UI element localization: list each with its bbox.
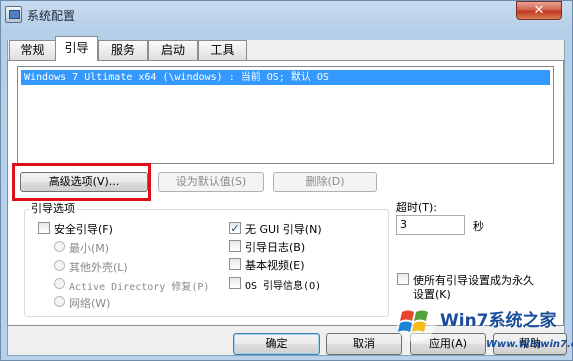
boot-log-label: 引导日志(B) <box>245 241 306 254</box>
alternate-shell-radio[interactable] <box>54 260 65 271</box>
timeout-label: 超时(T): <box>396 201 438 214</box>
no-gui-boot-label: 无 GUI 引导(N) <box>245 223 322 236</box>
network-radio[interactable] <box>54 296 65 307</box>
tab-services[interactable]: 服务 <box>98 40 148 60</box>
ad-repair-radio[interactable] <box>54 278 65 289</box>
timeout-input[interactable]: 3 <box>396 215 465 235</box>
base-video-label: 基本视频(E) <box>245 259 305 272</box>
watermark-brand: Win7系统之家 <box>440 311 557 331</box>
base-video-checkbox[interactable] <box>229 258 241 270</box>
tab-tools[interactable]: 工具 <box>198 40 247 60</box>
tab-general[interactable]: 常规 <box>9 40 56 60</box>
make-permanent-checkbox[interactable] <box>397 273 409 285</box>
safe-boot-checkbox[interactable] <box>38 222 50 234</box>
no-gui-boot-checkbox[interactable]: ✓ <box>229 222 241 234</box>
alternate-shell-label: 其他外壳(L) <box>69 261 128 274</box>
watermark: Win7系统之家 Www.Winwin7.com <box>394 300 573 358</box>
windows-logo-icon <box>396 302 436 342</box>
title-bar[interactable]: 系统配置 ✕ <box>0 0 571 30</box>
tab-boot[interactable]: 引导 <box>55 36 98 61</box>
boot-log-checkbox[interactable] <box>229 240 241 252</box>
close-button[interactable]: ✕ <box>516 1 562 20</box>
safe-boot-label: 安全引导(F) <box>54 223 113 236</box>
cancel-button[interactable]: 取消 <box>326 333 402 355</box>
annotation-highlight-box <box>12 163 151 201</box>
watermark-url: Www.Winwin7.com <box>486 339 573 350</box>
tab-startup[interactable]: 启动 <box>148 40 198 60</box>
boot-entry-selected[interactable]: Windows 7 Ultimate x64 (\windows) : 当前 O… <box>21 70 550 85</box>
network-label: 网络(W) <box>69 297 111 310</box>
boot-entries-list[interactable]: Windows 7 Ultimate x64 (\windows) : 当前 O… <box>17 66 554 164</box>
ok-button[interactable]: 确定 <box>233 333 320 355</box>
minimal-label: 最小(M) <box>69 242 110 255</box>
boot-options-title: 引导选项 <box>29 200 77 216</box>
window-title: 系统配置 <box>27 9 76 23</box>
os-boot-info-checkbox[interactable] <box>229 277 241 289</box>
timeout-unit: 秒 <box>473 220 484 233</box>
delete-button[interactable]: 删除(D) <box>273 172 377 192</box>
minimal-radio[interactable] <box>54 241 65 252</box>
os-boot-info-label: OS 引导信息(O) <box>245 281 322 292</box>
msconfig-icon <box>5 6 22 23</box>
set-default-button[interactable]: 设为默认值(S) <box>158 172 264 192</box>
ad-repair-label: Active Directory 修复(P) <box>69 282 210 293</box>
